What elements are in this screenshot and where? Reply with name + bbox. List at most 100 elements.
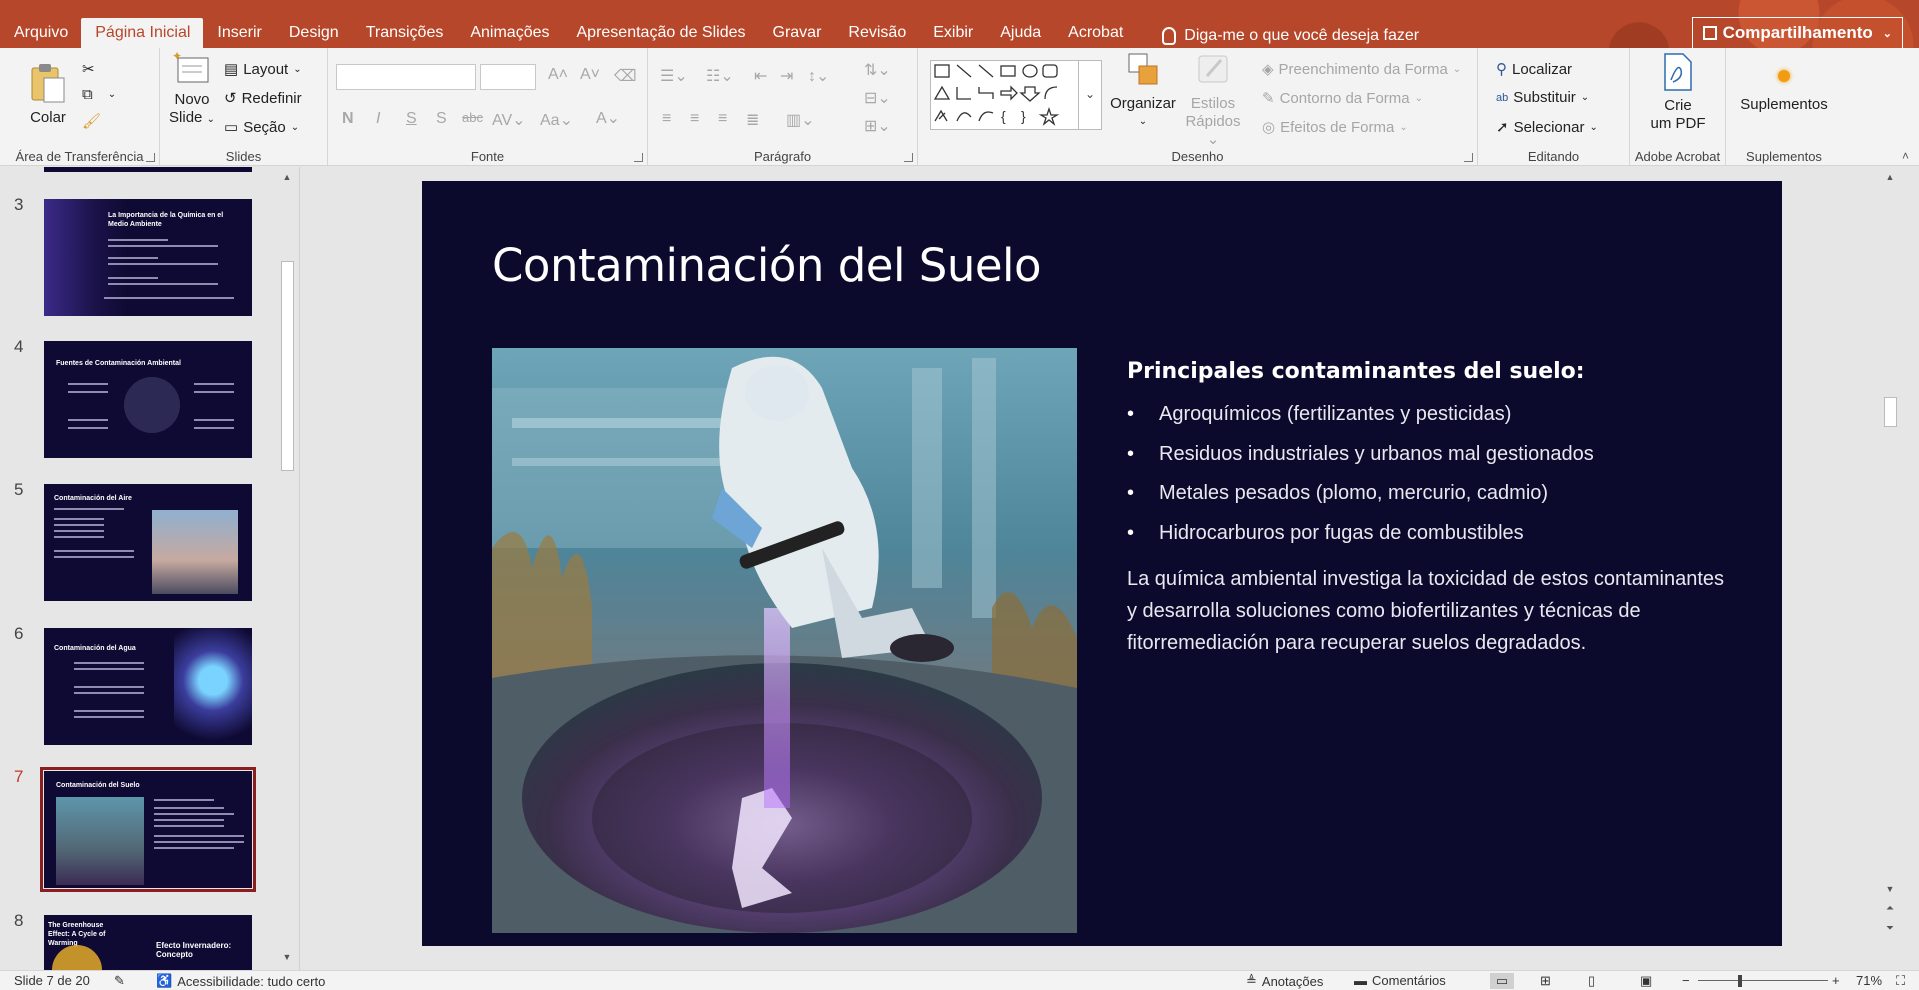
tab-animacoes[interactable]: Animações <box>456 18 562 48</box>
previous-slide-icon[interactable]: ⏶ <box>1884 903 1896 915</box>
font-launcher[interactable] <box>634 153 643 162</box>
find-button[interactable]: ⚲ Localizar <box>1496 60 1572 79</box>
font-name-box[interactable] <box>336 64 476 90</box>
content-subtitle[interactable]: Principales contaminantes del suelo: <box>1127 359 1585 384</box>
numbering-icon[interactable]: ☷⌄ <box>706 66 734 86</box>
tab-ajuda[interactable]: Ajuda <box>986 18 1054 48</box>
increase-indent-icon[interactable]: ⇥ <box>780 66 793 86</box>
columns-icon[interactable]: ▥⌄ <box>786 110 815 130</box>
shape-outline-button[interactable]: ✎ Contorno da Forma ⌄ <box>1262 89 1423 108</box>
replace-button[interactable]: ab Substituir ⌄ <box>1496 89 1589 106</box>
grow-font-icon[interactable]: A˄ <box>548 66 568 84</box>
slide-thumbnail-6[interactable]: Contaminación del Agua <box>44 628 252 745</box>
select-button[interactable]: ➚ Selecionar ⌄ <box>1496 118 1598 137</box>
shape-effects-button[interactable]: ◎ Efeitos de Forma ⌄ <box>1262 118 1408 137</box>
italic-icon[interactable]: I <box>376 110 380 128</box>
normal-view-icon[interactable]: ▭ <box>1490 973 1514 989</box>
character-spacing-icon[interactable]: AV⌄ <box>492 110 526 130</box>
contaminants-list[interactable]: Agroquímicos (fertilizantes y pesticidas… <box>1127 401 1594 559</box>
layout-button[interactable]: ▤ Layout ⌄ <box>224 60 302 79</box>
shapes-gallery[interactable]: { } <box>930 60 1090 130</box>
addins-button[interactable]: Suplementos <box>1732 56 1836 114</box>
underline-icon[interactable]: S <box>406 110 417 128</box>
zoom-out-icon[interactable]: − <box>1682 973 1690 988</box>
paragraph-launcher[interactable] <box>904 153 913 162</box>
create-pdf-button[interactable]: Crie um PDF <box>1638 52 1718 133</box>
slide-thumbnail-5[interactable]: Contaminación del Aire <box>44 484 252 601</box>
reading-view-icon[interactable]: ▯ <box>1588 973 1595 989</box>
align-center-icon[interactable]: ≡ <box>690 110 699 128</box>
slideshow-icon[interactable]: ▣ <box>1640 973 1652 989</box>
scroll-down-arrow-icon[interactable]: ▼ <box>281 951 293 963</box>
tab-exibir[interactable]: Exibir <box>919 18 986 48</box>
font-size-box[interactable] <box>480 64 536 90</box>
tab-gravar[interactable]: Gravar <box>759 18 835 48</box>
shrink-font-icon[interactable]: A˅ <box>580 66 600 84</box>
tab-arquivo[interactable]: Arquivo <box>0 18 81 48</box>
tab-revisao[interactable]: Revisão <box>834 18 919 48</box>
section-button[interactable]: ▭ Seção ⌄ <box>224 118 299 137</box>
content-paragraph[interactable]: La química ambiental investiga la toxici… <box>1127 563 1727 659</box>
scroll-down-arrow-icon[interactable]: ▼ <box>1884 883 1896 895</box>
current-slide[interactable]: Contaminación del Suelo Principales cont… <box>422 181 1782 946</box>
notes-pane-icon[interactable]: ✎ <box>114 973 125 989</box>
share-button[interactable]: Compartilhamento ⌄ <box>1691 17 1903 49</box>
scrollbar-thumb[interactable] <box>1884 397 1897 427</box>
copy-button[interactable]: ⧉ ⌄ <box>82 86 116 103</box>
change-case-icon[interactable]: Aa⌄ <box>540 110 573 130</box>
tab-pagina-inicial[interactable]: Página Inicial <box>81 18 204 48</box>
fit-slide-icon[interactable]: ⛶ <box>1896 973 1905 989</box>
zoom-slider-thumb[interactable] <box>1738 975 1742 987</box>
slide-title[interactable]: Contaminación del Suelo <box>492 239 1042 292</box>
slide-sorter-icon[interactable]: ⊞ <box>1540 973 1551 989</box>
accessibility-status[interactable]: ♿ Acessibilidade: tudo certo <box>156 973 325 989</box>
smartart-icon[interactable]: ⊞⌄ <box>864 116 891 136</box>
line-spacing-icon[interactable]: ↕⌄ <box>808 66 829 86</box>
scroll-up-arrow-icon[interactable]: ▲ <box>1884 171 1896 183</box>
drawing-launcher[interactable] <box>1464 153 1473 162</box>
slide-thumbnail-8[interactable]: The Greenhouse Effect: A Cycle of Warmin… <box>44 915 252 970</box>
new-slide-button[interactable]: ✦ Novo Slide ⌄ <box>166 49 218 129</box>
bullets-icon[interactable]: ☰⌄ <box>660 66 688 86</box>
slide-scrollbar[interactable]: ▲ ▼ ⏶ ⏷ <box>1881 167 1899 970</box>
scroll-up-arrow-icon[interactable]: ▲ <box>281 171 293 183</box>
tab-inserir[interactable]: Inserir <box>203 18 274 48</box>
tab-apresentacao[interactable]: Apresentação de Slides <box>563 18 759 48</box>
format-painter-button[interactable]: 🖌 <box>82 112 101 130</box>
quick-styles-button[interactable]: Estilos Rápidos ⌄ <box>1180 50 1246 149</box>
slide-thumbnail-2[interactable] <box>44 167 252 172</box>
font-color-icon[interactable]: A⌄ <box>596 108 620 128</box>
reset-button[interactable]: ↺ Redefinir <box>224 89 302 108</box>
align-text-icon[interactable]: ⊟⌄ <box>864 88 891 108</box>
clear-format-icon[interactable]: ⌫ <box>614 66 637 86</box>
align-right-icon[interactable]: ≡ <box>718 110 727 128</box>
shadow-icon[interactable]: S <box>436 110 447 128</box>
zoom-level[interactable]: 71% <box>1856 973 1882 988</box>
tab-transicoes[interactable]: Transições <box>352 18 457 48</box>
text-direction-icon[interactable]: ⇅⌄ <box>864 60 891 80</box>
thumbnails-scrollbar[interactable]: ▲ ▼ <box>278 167 296 970</box>
cut-button[interactable]: ✂ <box>82 60 95 78</box>
strikethrough-icon[interactable]: abc <box>462 110 483 125</box>
paste-button[interactable]: Colar <box>24 62 72 127</box>
bold-icon[interactable]: N <box>342 110 354 128</box>
align-left-icon[interactable]: ≡ <box>662 110 671 128</box>
zoom-in-icon[interactable]: + <box>1832 973 1840 988</box>
shapes-more-button[interactable]: ⌄ <box>1078 60 1102 130</box>
tab-acrobat[interactable]: Acrobat <box>1054 18 1136 48</box>
decrease-indent-icon[interactable]: ⇤ <box>754 66 767 86</box>
comments-button[interactable]: ▬ Comentários <box>1354 973 1446 988</box>
slide-thumbnail-7-selected[interactable]: Contaminación del Suelo <box>40 767 256 892</box>
soil-contamination-image[interactable] <box>492 348 1077 933</box>
tab-design[interactable]: Design <box>275 18 352 48</box>
next-slide-icon[interactable]: ⏷ <box>1884 923 1896 935</box>
notes-button[interactable]: ≜ Anotações <box>1246 973 1323 989</box>
zoom-slider[interactable] <box>1698 980 1828 981</box>
arrange-button[interactable]: Organizar ⌄ <box>1110 50 1176 131</box>
slide-thumbnail-3[interactable]: La Importancia de la Química en el Medio… <box>44 199 252 316</box>
collapse-ribbon-icon[interactable]: ˄ <box>1902 149 1909 163</box>
scrollbar-thumb[interactable] <box>281 261 294 471</box>
slide-thumbnail-4[interactable]: Fuentes de Contaminación Ambiental <box>44 341 252 458</box>
tell-me-search[interactable]: Diga-me o que você deseja fazer <box>1136 18 1433 48</box>
clipboard-launcher[interactable] <box>146 153 155 162</box>
